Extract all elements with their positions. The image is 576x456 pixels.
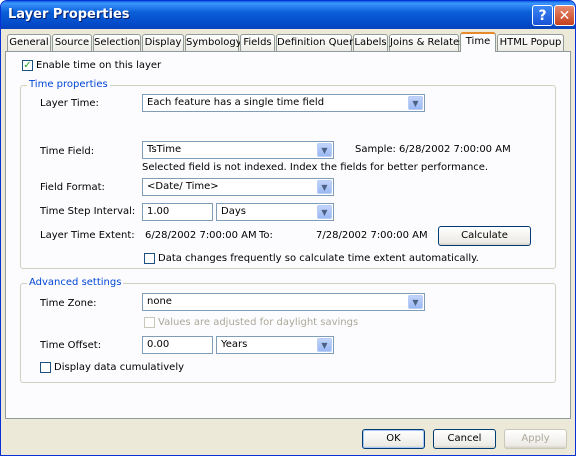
tab-labels[interactable]: Labels [353,34,388,51]
time-field-label: Time Field: [40,146,95,157]
calculate-button[interactable]: Calculate [438,226,531,246]
layer-time-value: Each feature has a single time field [147,97,325,108]
apply-button[interactable]: Apply [504,429,567,449]
tab-symbology[interactable]: Symbology [185,34,242,51]
enable-time-label: Enable time on this layer [36,60,162,71]
field-format-dropdown[interactable]: <Date/ Time> ▼ [142,178,334,196]
tab-display[interactable]: Display [142,34,184,51]
time-field-value: TsTime [147,144,182,155]
chevron-down-icon[interactable]: ▼ [317,338,332,352]
ok-button[interactable]: OK [362,429,425,449]
layer-time-label: Layer Time: [40,98,99,109]
time-step-label: Time Step Interval: [40,206,136,217]
tab-time[interactable]: Time [460,32,496,52]
time-offset-value: 0.00 [147,339,170,350]
chevron-down-icon[interactable]: ▼ [408,295,423,309]
index-warning: Selected field is not indexed. Index the… [142,162,489,173]
layer-time-extent-label: Layer Time Extent: [40,230,135,241]
tab-general[interactable]: General [7,34,51,51]
tab-joins-relates[interactable]: Joins & Relates [389,34,464,51]
layer-properties-window: Layer Properties ? ✕ General Source Sele… [0,0,576,456]
advanced-settings-heading: Advanced settings [27,277,124,288]
time-step-input[interactable]: 1.00 [142,203,213,221]
time-step-value: 1.00 [147,206,170,217]
field-format-value: <Date/ Time> [147,181,219,192]
time-zone-label: Time Zone: [40,298,97,309]
time-tab-panel: ✓ Enable time on this layer Time propert… [5,51,571,419]
time-step-unit-value: Days [221,206,246,217]
layer-time-dropdown[interactable]: Each feature has a single time field ▼ [142,94,425,112]
display-cumulative-label: Display data cumulatively [54,362,185,373]
auto-calculate-checkbox[interactable] [144,253,155,264]
close-icon[interactable]: ✕ [554,5,575,26]
tab-selection[interactable]: Selection [93,34,141,51]
daylight-savings-label: Values are adjusted for daylight savings [158,317,359,328]
cancel-button[interactable]: Cancel [433,429,496,449]
display-cumulative-checkbox[interactable] [40,362,51,373]
title-bar[interactable]: Layer Properties ? ✕ [1,1,575,29]
time-offset-unit-dropdown[interactable]: Years ▼ [216,336,334,354]
extent-from-value: 6/28/2002 7:00:00 AM [145,230,257,241]
time-offset-unit-value: Years [221,339,248,350]
help-icon[interactable]: ? [532,5,553,26]
chevron-down-icon[interactable]: ▼ [317,180,332,194]
time-step-unit-dropdown[interactable]: Days ▼ [216,203,334,221]
time-offset-input[interactable]: 0.00 [142,336,213,354]
time-offset-label: Time Offset: [40,340,102,351]
tab-definition-query[interactable]: Definition Query [276,34,359,51]
time-field-dropdown[interactable]: TsTime ▼ [142,141,334,159]
tab-source[interactable]: Source [52,34,92,51]
tab-fields[interactable]: Fields [240,34,275,51]
chevron-down-icon[interactable]: ▼ [317,143,332,157]
time-properties-heading: Time properties [27,79,110,90]
sample-text: Sample: 6/28/2002 7:00:00 AM [355,144,511,155]
chevron-down-icon[interactable]: ▼ [408,96,423,110]
time-zone-value: none [147,296,172,307]
chevron-down-icon[interactable]: ▼ [317,205,332,219]
window-title: Layer Properties [8,7,130,22]
enable-time-checkbox[interactable]: ✓ [22,60,33,71]
auto-calculate-label: Data changes frequently so calculate tim… [158,253,479,264]
time-zone-dropdown[interactable]: none ▼ [142,293,425,311]
extent-to-label: To: [259,230,273,241]
tab-html-popup[interactable]: HTML Popup [497,34,564,51]
daylight-savings-checkbox[interactable] [144,317,155,328]
tab-strip: General Source Selection Display Symbolo… [5,32,573,52]
extent-to-value: 7/28/2002 7:00:00 AM [316,230,428,241]
field-format-label: Field Format: [40,182,105,193]
